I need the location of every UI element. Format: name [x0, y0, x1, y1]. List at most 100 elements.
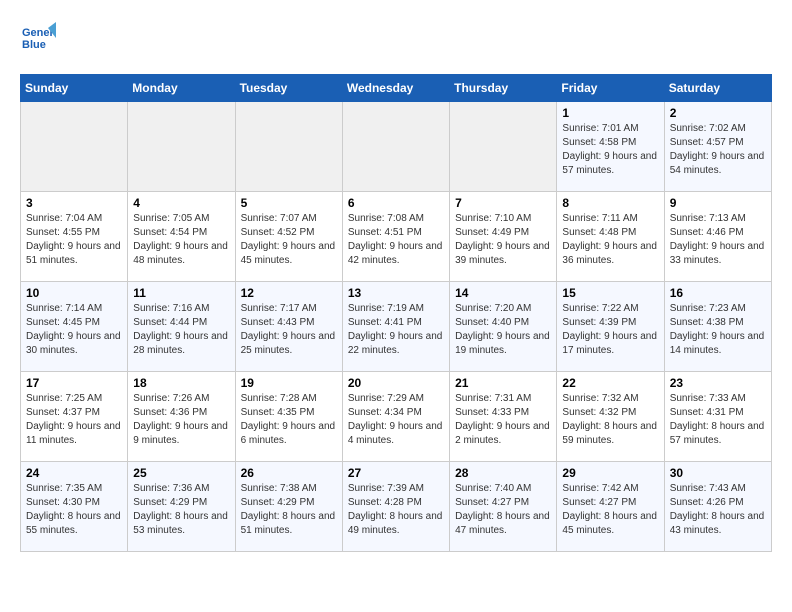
day-info: Sunrise: 7:33 AM Sunset: 4:31 PM Dayligh… [670, 392, 766, 448]
weekday-header-sunday: Sunday [21, 75, 128, 102]
calendar-cell: 15 Sunrise: 7:22 AM Sunset: 4:39 PM Dayli… [557, 282, 664, 372]
calendar-cell: 1 Sunrise: 7:01 AM Sunset: 4:58 PM Daylig… [557, 102, 664, 192]
day-info: Sunrise: 7:32 AM Sunset: 4:32 PM Dayligh… [562, 392, 658, 448]
calendar-cell [450, 102, 557, 192]
day-info: Sunrise: 7:07 AM Sunset: 4:52 PM Dayligh… [241, 212, 337, 268]
weekday-header-saturday: Saturday [664, 75, 771, 102]
day-info: Sunrise: 7:43 AM Sunset: 4:26 PM Dayligh… [670, 482, 766, 538]
calendar-cell [21, 102, 128, 192]
calendar-cell: 4 Sunrise: 7:05 AM Sunset: 4:54 PM Daylig… [128, 192, 235, 282]
logo-icon: General Blue [20, 20, 56, 56]
calendar-cell: 22 Sunrise: 7:32 AM Sunset: 4:32 PM Dayli… [557, 372, 664, 462]
day-info: Sunrise: 7:25 AM Sunset: 4:37 PM Dayligh… [26, 392, 122, 448]
calendar-cell: 26 Sunrise: 7:38 AM Sunset: 4:29 PM Dayli… [235, 462, 342, 552]
day-info: Sunrise: 7:17 AM Sunset: 4:43 PM Dayligh… [241, 302, 337, 358]
day-number: 12 [241, 286, 337, 300]
calendar-cell: 2 Sunrise: 7:02 AM Sunset: 4:57 PM Daylig… [664, 102, 771, 192]
day-info: Sunrise: 7:13 AM Sunset: 4:46 PM Dayligh… [670, 212, 766, 268]
day-number: 6 [348, 196, 444, 210]
calendar-cell: 8 Sunrise: 7:11 AM Sunset: 4:48 PM Daylig… [557, 192, 664, 282]
calendar-cell: 7Sunrise: 7:10 AM Sunset: 4:49 PM Daylig… [450, 192, 557, 282]
day-info: Sunrise: 7:39 AM Sunset: 4:28 PM Dayligh… [348, 482, 444, 538]
day-info: Sunrise: 7:40 AM Sunset: 4:27 PM Dayligh… [455, 482, 551, 538]
calendar-cell: 19 Sunrise: 7:28 AM Sunset: 4:35 PM Dayli… [235, 372, 342, 462]
day-number: 24 [26, 466, 122, 480]
weekday-header-thursday: Thursday [450, 75, 557, 102]
day-number: 20 [348, 376, 444, 390]
day-number: 4 [133, 196, 229, 210]
calendar-cell: 18 Sunrise: 7:26 AM Sunset: 4:36 PM Dayli… [128, 372, 235, 462]
weekday-header-monday: Monday [128, 75, 235, 102]
day-number: 28 [455, 466, 551, 480]
day-number: 9 [670, 196, 766, 210]
day-info: Sunrise: 7:20 AM Sunset: 4:40 PM Dayligh… [455, 302, 551, 358]
calendar-cell: 17 Sunrise: 7:25 AM Sunset: 4:37 PM Dayli… [21, 372, 128, 462]
calendar-cell: 29 Sunrise: 7:42 AM Sunset: 4:27 PM Dayli… [557, 462, 664, 552]
day-info: Sunrise: 7:14 AM Sunset: 4:45 PM Dayligh… [26, 302, 122, 358]
day-number: 18 [133, 376, 229, 390]
day-number: 23 [670, 376, 766, 390]
day-info: Sunrise: 7:29 AM Sunset: 4:34 PM Dayligh… [348, 392, 444, 448]
calendar-cell: 30 Sunrise: 7:43 AM Sunset: 4:26 PM Dayli… [664, 462, 771, 552]
day-info: Sunrise: 7:08 AM Sunset: 4:51 PM Dayligh… [348, 212, 444, 268]
day-number: 14 [455, 286, 551, 300]
day-number: 29 [562, 466, 658, 480]
calendar-cell: 24 Sunrise: 7:35 AM Sunset: 4:30 PM Dayli… [21, 462, 128, 552]
day-info: Sunrise: 7:23 AM Sunset: 4:38 PM Dayligh… [670, 302, 766, 358]
day-info: Sunrise: 7:31 AM Sunset: 4:33 PM Dayligh… [455, 392, 551, 448]
day-number: 30 [670, 466, 766, 480]
calendar-cell: 27 Sunrise: 7:39 AM Sunset: 4:28 PM Dayli… [342, 462, 449, 552]
day-info: Sunrise: 7:26 AM Sunset: 4:36 PM Dayligh… [133, 392, 229, 448]
day-number: 22 [562, 376, 658, 390]
day-number: 25 [133, 466, 229, 480]
calendar-cell: 3 Sunrise: 7:04 AM Sunset: 4:55 PM Daylig… [21, 192, 128, 282]
logo: General Blue [20, 20, 62, 56]
calendar-cell: 20 Sunrise: 7:29 AM Sunset: 4:34 PM Dayli… [342, 372, 449, 462]
day-number: 13 [348, 286, 444, 300]
calendar-cell: 28 Sunrise: 7:40 AM Sunset: 4:27 PM Dayli… [450, 462, 557, 552]
day-info: Sunrise: 7:35 AM Sunset: 4:30 PM Dayligh… [26, 482, 122, 538]
day-info: Sunrise: 7:05 AM Sunset: 4:54 PM Dayligh… [133, 212, 229, 268]
day-number: 19 [241, 376, 337, 390]
day-info: Sunrise: 7:02 AM Sunset: 4:57 PM Dayligh… [670, 122, 766, 178]
calendar-cell: 16 Sunrise: 7:23 AM Sunset: 4:38 PM Dayli… [664, 282, 771, 372]
calendar-cell: 12 Sunrise: 7:17 AM Sunset: 4:43 PM Dayli… [235, 282, 342, 372]
calendar-cell: 5 Sunrise: 7:07 AM Sunset: 4:52 PM Daylig… [235, 192, 342, 282]
calendar-cell [128, 102, 235, 192]
day-info: Sunrise: 7:42 AM Sunset: 4:27 PM Dayligh… [562, 482, 658, 538]
day-number: 27 [348, 466, 444, 480]
day-number: 15 [562, 286, 658, 300]
day-info: Sunrise: 7:28 AM Sunset: 4:35 PM Dayligh… [241, 392, 337, 448]
calendar-cell: 10 Sunrise: 7:14 AM Sunset: 4:45 PM Dayli… [21, 282, 128, 372]
day-info: Sunrise: 7:11 AM Sunset: 4:48 PM Dayligh… [562, 212, 658, 268]
day-info: Sunrise: 7:38 AM Sunset: 4:29 PM Dayligh… [241, 482, 337, 538]
day-info: Sunrise: 7:19 AM Sunset: 4:41 PM Dayligh… [348, 302, 444, 358]
svg-text:Blue: Blue [22, 39, 46, 51]
calendar-cell [235, 102, 342, 192]
day-number: 17 [26, 376, 122, 390]
day-number: 11 [133, 286, 229, 300]
calendar-cell [342, 102, 449, 192]
day-info: Sunrise: 7:10 AM Sunset: 4:49 PM Dayligh… [455, 212, 551, 268]
day-info: Sunrise: 7:01 AM Sunset: 4:58 PM Dayligh… [562, 122, 658, 178]
day-number: 3 [26, 196, 122, 210]
day-number: 21 [455, 376, 551, 390]
calendar-table: SundayMondayTuesdayWednesdayThursdayFrid… [20, 74, 772, 552]
calendar-cell: 23 Sunrise: 7:33 AM Sunset: 4:31 PM Dayli… [664, 372, 771, 462]
weekday-header-friday: Friday [557, 75, 664, 102]
day-number: 1 [562, 106, 658, 120]
day-number: 26 [241, 466, 337, 480]
day-number: 16 [670, 286, 766, 300]
day-number: 5 [241, 196, 337, 210]
calendar-cell: 25Sunrise: 7:36 AM Sunset: 4:29 PM Dayli… [128, 462, 235, 552]
day-number: 2 [670, 106, 766, 120]
day-info: Sunrise: 7:22 AM Sunset: 4:39 PM Dayligh… [562, 302, 658, 358]
weekday-header-tuesday: Tuesday [235, 75, 342, 102]
day-info: Sunrise: 7:04 AM Sunset: 4:55 PM Dayligh… [26, 212, 122, 268]
day-number: 8 [562, 196, 658, 210]
weekday-header-wednesday: Wednesday [342, 75, 449, 102]
calendar-cell: 6 Sunrise: 7:08 AM Sunset: 4:51 PM Daylig… [342, 192, 449, 282]
day-number: 10 [26, 286, 122, 300]
day-info: Sunrise: 7:16 AM Sunset: 4:44 PM Dayligh… [133, 302, 229, 358]
calendar-cell: 21 Sunrise: 7:31 AM Sunset: 4:33 PM Dayli… [450, 372, 557, 462]
